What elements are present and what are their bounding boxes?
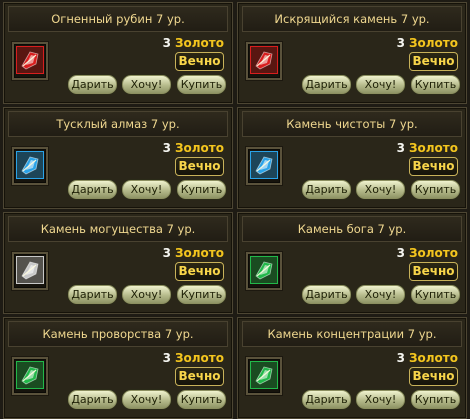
- gift-button[interactable]: Дарить: [68, 285, 117, 304]
- blue-gem-icon: [250, 151, 278, 179]
- currency-label: Золото: [408, 36, 458, 50]
- buy-button[interactable]: Купить: [411, 390, 460, 409]
- duration-badge: Вечно: [409, 157, 458, 176]
- want-button[interactable]: Хочу!: [356, 285, 405, 304]
- item-title: Камень чистоты 7 ур.: [242, 111, 462, 137]
- want-button[interactable]: Хочу!: [122, 75, 171, 94]
- price-amount: 3: [162, 246, 171, 260]
- item-title: Камень могущества 7 ур.: [8, 216, 228, 242]
- green-gem-icon: [250, 361, 278, 389]
- buy-button[interactable]: Купить: [411, 285, 460, 304]
- item-slot[interactable]: [12, 252, 48, 290]
- want-button[interactable]: Хочу!: [356, 180, 405, 199]
- duration-badge: Вечно: [409, 262, 458, 281]
- item-title: Камень концентрации 7 ур.: [242, 321, 462, 347]
- price-amount: 3: [162, 351, 171, 365]
- item-slot[interactable]: [12, 147, 48, 185]
- currency-label: Золото: [408, 246, 458, 260]
- currency-label: Золото: [174, 141, 224, 155]
- red-gem-icon: [250, 46, 278, 74]
- silver-gem-icon: [16, 256, 44, 284]
- item-slot[interactable]: [246, 147, 282, 185]
- want-button[interactable]: Хочу!: [356, 75, 405, 94]
- price-amount: 3: [396, 246, 405, 260]
- gift-button[interactable]: Дарить: [302, 180, 351, 199]
- duration-badge: Вечно: [175, 262, 224, 281]
- item-price: 3 Золото: [163, 351, 224, 365]
- currency-label: Золото: [174, 36, 224, 50]
- shop-item-grid: Огненный рубин 7 ур. 3 Золото Вечно Дарит…: [0, 0, 470, 419]
- item-price: 3 Золото: [163, 246, 224, 260]
- item-slot[interactable]: [246, 252, 282, 290]
- shop-item-card: Камень бога 7 ур. 3 Золото Вечно Дарить Х…: [237, 212, 467, 314]
- shop-item-card: Камень чистоты 7 ур. 3 Золото Вечно Дарит…: [237, 107, 467, 209]
- gift-button[interactable]: Дарить: [302, 75, 351, 94]
- gift-button[interactable]: Дарить: [68, 75, 117, 94]
- duration-badge: Вечно: [409, 52, 458, 71]
- item-slot[interactable]: [12, 357, 48, 395]
- item-title: Искрящийся камень 7 ур.: [242, 6, 462, 32]
- price-amount: 3: [396, 36, 405, 50]
- shop-item-card: Камень проворства 7 ур. 3 Золото Вечно Да…: [3, 317, 233, 419]
- item-price: 3 Золото: [397, 36, 458, 50]
- shop-item-card: Камень могущества 7 ур. 3 Золото Вечно Да…: [3, 212, 233, 314]
- price-amount: 3: [162, 36, 171, 50]
- duration-badge: Вечно: [175, 367, 224, 386]
- currency-label: Золото: [408, 351, 458, 365]
- price-amount: 3: [162, 141, 171, 155]
- buy-button[interactable]: Купить: [177, 75, 226, 94]
- shop-item-card: Камень концентрации 7 ур. 3 Золото Вечно …: [237, 317, 467, 419]
- currency-label: Золото: [174, 246, 224, 260]
- item-title: Камень проворства 7 ур.: [8, 321, 228, 347]
- duration-badge: Вечно: [175, 157, 224, 176]
- green-gem-icon: [16, 361, 44, 389]
- shop-item-card: Огненный рубин 7 ур. 3 Золото Вечно Дарит…: [3, 2, 233, 104]
- gift-button[interactable]: Дарить: [302, 285, 351, 304]
- red-gem-icon: [16, 46, 44, 74]
- price-amount: 3: [396, 351, 405, 365]
- want-button[interactable]: Хочу!: [122, 285, 171, 304]
- item-slot[interactable]: [246, 42, 282, 80]
- blue-gem-icon: [16, 151, 44, 179]
- buy-button[interactable]: Купить: [177, 180, 226, 199]
- gift-button[interactable]: Дарить: [302, 390, 351, 409]
- buy-button[interactable]: Купить: [177, 285, 226, 304]
- item-price: 3 Золото: [397, 351, 458, 365]
- item-title: Огненный рубин 7 ур.: [8, 6, 228, 32]
- want-button[interactable]: Хочу!: [356, 390, 405, 409]
- item-price: 3 Золото: [397, 246, 458, 260]
- currency-label: Золото: [408, 141, 458, 155]
- item-slot[interactable]: [12, 42, 48, 80]
- buy-button[interactable]: Купить: [411, 75, 460, 94]
- item-title: Камень бога 7 ур.: [242, 216, 462, 242]
- shop-item-card: Тусклый алмаз 7 ур. 3 Золото Вечно Дарить…: [3, 107, 233, 209]
- want-button[interactable]: Хочу!: [122, 180, 171, 199]
- item-price: 3 Золото: [397, 141, 458, 155]
- gift-button[interactable]: Дарить: [68, 180, 117, 199]
- buy-button[interactable]: Купить: [411, 180, 460, 199]
- gift-button[interactable]: Дарить: [68, 390, 117, 409]
- duration-badge: Вечно: [409, 367, 458, 386]
- item-price: 3 Золото: [163, 36, 224, 50]
- duration-badge: Вечно: [175, 52, 224, 71]
- want-button[interactable]: Хочу!: [122, 390, 171, 409]
- item-price: 3 Золото: [163, 141, 224, 155]
- shop-item-card: Искрящийся камень 7 ур. 3 Золото Вечно Да…: [237, 2, 467, 104]
- buy-button[interactable]: Купить: [177, 390, 226, 409]
- item-slot[interactable]: [246, 357, 282, 395]
- currency-label: Золото: [174, 351, 224, 365]
- price-amount: 3: [396, 141, 405, 155]
- green-gem-icon: [250, 256, 278, 284]
- item-title: Тусклый алмаз 7 ур.: [8, 111, 228, 137]
